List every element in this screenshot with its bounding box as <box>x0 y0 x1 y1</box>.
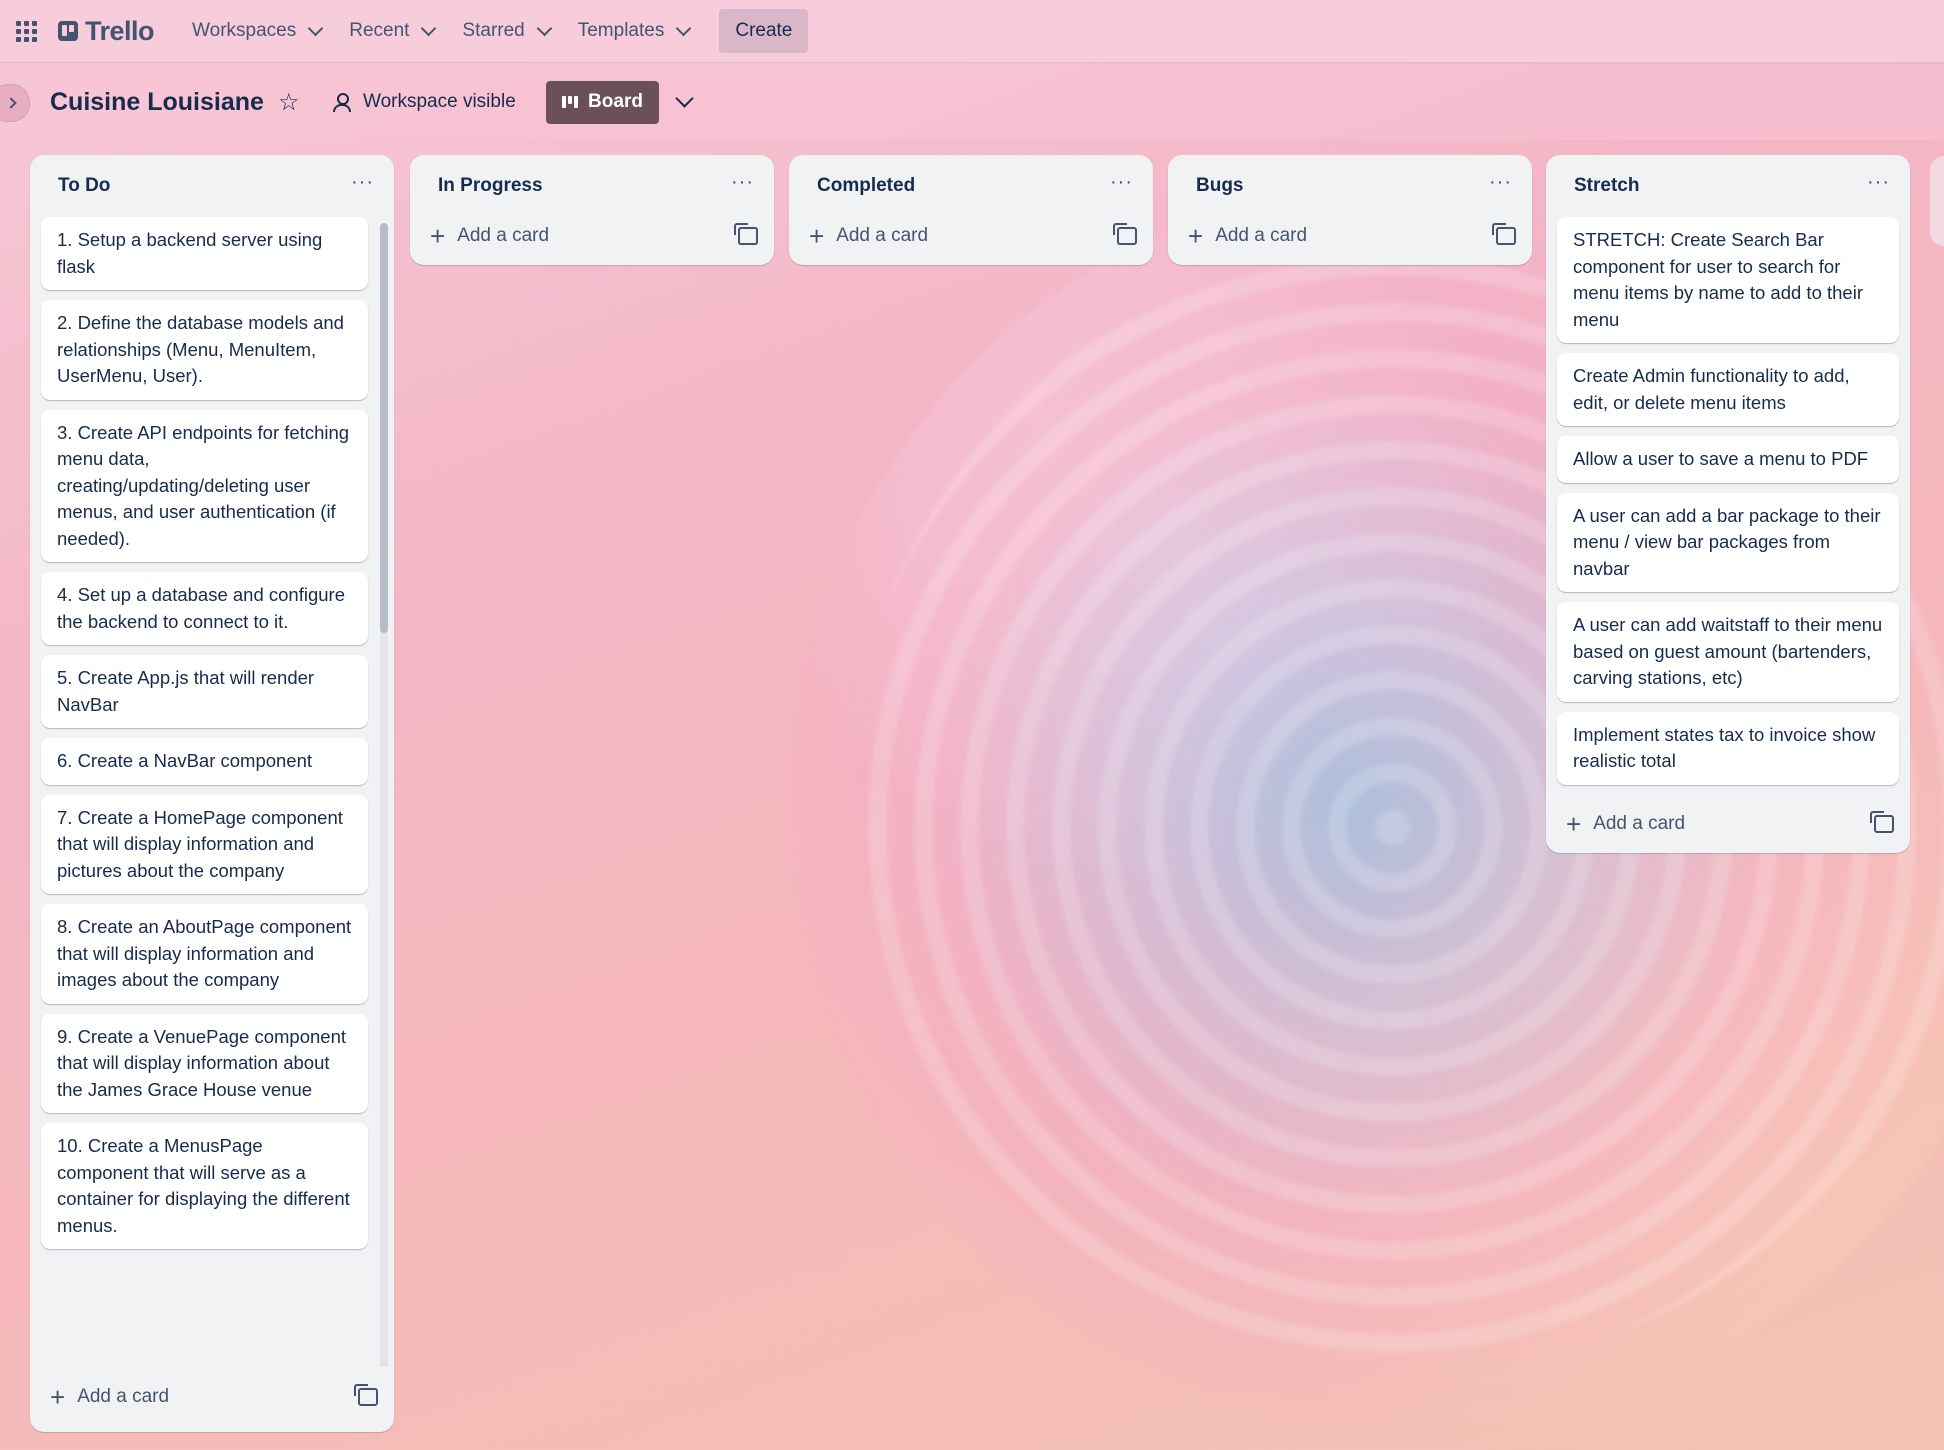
top-header: Trello Workspaces Recent Starred Templat… <box>0 0 1944 63</box>
nav-starred[interactable]: Starred <box>448 9 563 53</box>
template-icon[interactable] <box>354 1384 378 1406</box>
cards-container: STRETCH: Create Search Bar component for… <box>1546 217 1910 785</box>
logo-text: Trello <box>85 15 155 46</box>
template-icon[interactable] <box>734 223 758 245</box>
sidebar-expand-button[interactable] <box>0 84 30 122</box>
list-title[interactable]: Bugs <box>1196 175 1244 197</box>
card[interactable]: Implement states tax to invoice show rea… <box>1557 711 1899 785</box>
card[interactable]: 6. Create a NavBar component <box>41 738 368 785</box>
list-todo: To Do ··· 1. Setup a backend server usin… <box>30 155 394 1432</box>
add-card-label: Add a card <box>457 225 550 246</box>
list-bugs: Bugs ··· + Add a card <box>1168 155 1532 265</box>
add-card-button[interactable]: + Add a card <box>809 223 928 249</box>
list-cards-scroll[interactable]: 1. Setup a backend server using flask 2.… <box>30 217 394 1367</box>
board-title[interactable]: Cuisine Louisiane <box>50 88 264 117</box>
card[interactable]: 8. Create an AboutPage component that wi… <box>41 904 368 1004</box>
add-card-label: Add a card <box>836 225 929 246</box>
add-card-button[interactable]: + Add a card <box>1566 811 1685 837</box>
nav-templates-label: Templates <box>577 20 665 41</box>
add-card-button[interactable]: + Add a card <box>430 223 549 249</box>
card[interactable]: A user can add waitstaff to their menu b… <box>1557 602 1899 702</box>
star-icon[interactable]: ☆ <box>278 88 300 117</box>
list-header: Stretch ··· <box>1546 155 1910 217</box>
card[interactable]: 1. Setup a backend server using flask <box>41 217 368 290</box>
list-completed: Completed ··· + Add a card <box>789 155 1153 265</box>
list-title[interactable]: Completed <box>817 175 915 197</box>
nav-templates[interactable]: Templates <box>564 9 704 53</box>
nav-recent[interactable]: Recent <box>335 9 448 53</box>
list-title[interactable]: In Progress <box>438 175 543 197</box>
card[interactable]: 5. Create App.js that will render NavBar <box>41 655 368 728</box>
add-card-button[interactable]: + Add a card <box>50 1384 169 1410</box>
board-icon <box>562 96 579 108</box>
card[interactable]: Allow a user to save a menu to PDF <box>1557 436 1899 483</box>
chevron-down-icon <box>307 20 324 37</box>
chevron-down-icon <box>676 20 692 37</box>
add-card-row: + Add a card <box>30 1368 394 1426</box>
ellipsis-icon[interactable]: ··· <box>731 172 754 200</box>
add-card-row: + Add a card <box>1546 795 1910 853</box>
visibility-label: Workspace visible <box>363 91 516 112</box>
chevron-down-icon <box>536 20 553 37</box>
board-view-label: Board <box>588 91 643 112</box>
chevron-down-icon[interactable] <box>675 89 694 108</box>
card[interactable]: 10. Create a MenusPage component that wi… <box>41 1123 368 1249</box>
card[interactable]: 4. Set up a database and configure the b… <box>41 572 368 645</box>
list-title[interactable]: To Do <box>58 175 110 197</box>
list-in-progress: In Progress ··· + Add a card <box>410 155 774 265</box>
card[interactable]: 2. Define the database models and relati… <box>41 300 368 400</box>
plus-icon: + <box>430 221 446 251</box>
trello-logo[interactable]: Trello <box>58 15 155 47</box>
list-stretch: Stretch ··· STRETCH: Create Search Bar c… <box>1546 155 1910 853</box>
card[interactable]: STRETCH: Create Search Bar component for… <box>1557 217 1899 343</box>
card[interactable]: Create Admin functionality to add, edit,… <box>1557 353 1899 426</box>
plus-icon: + <box>1188 221 1204 251</box>
add-card-row: + Add a card <box>1168 207 1532 265</box>
add-card-label: Add a card <box>1593 812 1686 834</box>
add-card-label: Add a card <box>1215 225 1308 246</box>
scrollbar[interactable] <box>380 223 388 1367</box>
plus-icon: + <box>50 1382 66 1412</box>
scrollbar-thumb[interactable] <box>380 223 388 633</box>
add-card-button[interactable]: + Add a card <box>1188 223 1307 249</box>
board-header: Cuisine Louisiane ☆ Workspace visible Bo… <box>0 64 1944 140</box>
add-card-label: Add a card <box>77 1386 170 1407</box>
add-card-row: + Add a card <box>410 207 774 265</box>
template-icon[interactable] <box>1113 223 1137 245</box>
card[interactable]: A user can add a bar package to their me… <box>1557 492 1899 592</box>
template-icon[interactable] <box>1870 810 1894 833</box>
nav-workspaces-label: Workspaces <box>192 20 297 41</box>
card[interactable]: 7. Create a HomePage component that will… <box>41 794 368 894</box>
ellipsis-icon[interactable]: ··· <box>1489 172 1512 200</box>
people-icon <box>333 93 351 112</box>
apps-grid-icon[interactable] <box>14 19 38 43</box>
plus-icon: + <box>1566 808 1582 839</box>
nav-workspaces[interactable]: Workspaces <box>178 9 335 53</box>
trello-logo-icon <box>58 21 78 41</box>
list-title[interactable]: Stretch <box>1574 175 1639 197</box>
create-button[interactable]: Create <box>719 9 809 53</box>
ellipsis-icon[interactable]: ··· <box>351 172 374 200</box>
ellipsis-icon[interactable]: ··· <box>1110 172 1133 200</box>
card[interactable]: 3. Create API endpoints for fetching men… <box>41 409 368 562</box>
ellipsis-icon[interactable]: ··· <box>1867 172 1890 200</box>
workspace-visibility-button[interactable]: Workspace visible <box>333 91 516 113</box>
list-header: To Do ··· <box>30 155 394 217</box>
plus-icon: + <box>809 221 825 251</box>
chevron-down-icon <box>421 20 437 37</box>
template-icon[interactable] <box>1492 223 1516 245</box>
card[interactable]: 9. Create a VenuePage component that wil… <box>41 1013 368 1113</box>
board-view-button[interactable]: Board <box>546 80 659 124</box>
nav-starred-label: Starred <box>462 20 525 41</box>
add-card-row: + Add a card <box>789 207 1153 265</box>
nav-recent-label: Recent <box>349 20 410 41</box>
offscreen-list-edge <box>1930 156 1944 246</box>
cards-container: 1. Setup a backend server using flask 2.… <box>30 217 394 1249</box>
